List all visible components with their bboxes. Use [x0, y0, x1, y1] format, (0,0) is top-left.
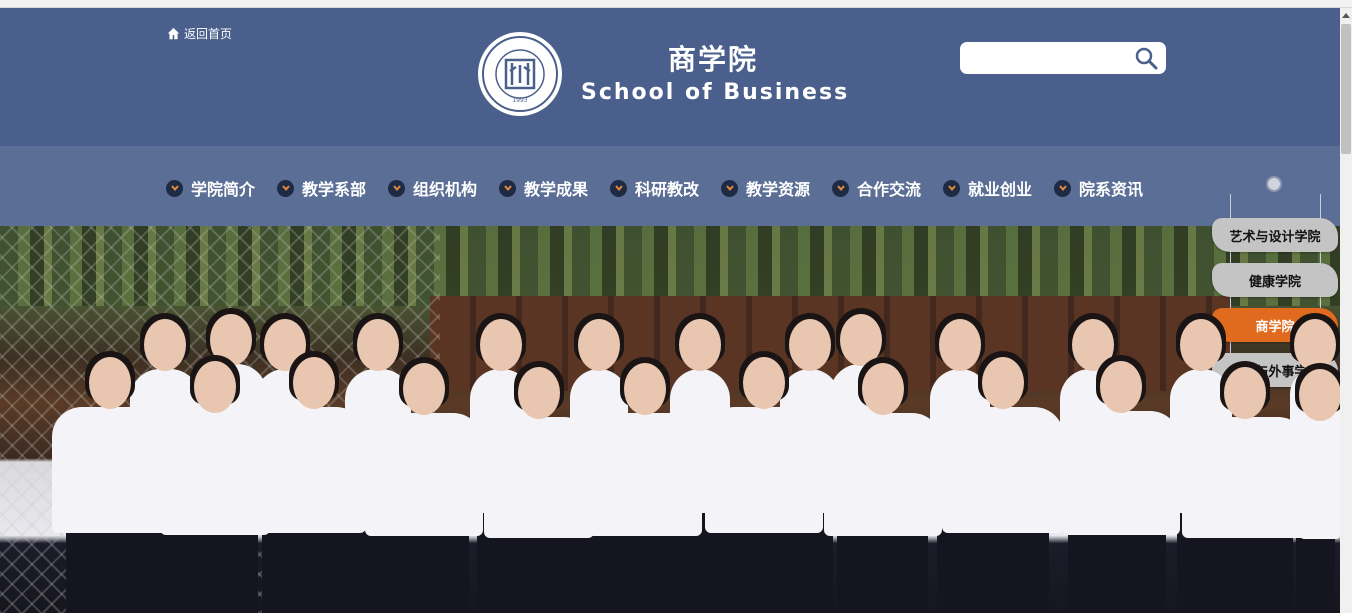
figure-part: [982, 357, 1024, 409]
chevron-down-icon: [499, 179, 516, 197]
nav-item-research[interactable]: 科研教改: [610, 176, 699, 200]
college-title-cn: 商学院: [668, 43, 759, 76]
site-header: 返回首页 1993 商学院 School of Business: [0, 8, 1340, 146]
figure-part: [862, 363, 904, 415]
figure-part: [705, 407, 823, 533]
nav-item-resources[interactable]: 教学资源: [721, 176, 810, 200]
nav-item-intro[interactable]: 学院简介: [166, 176, 255, 200]
figure-part: [497, 527, 581, 613]
figure-part: [1076, 525, 1166, 613]
chevron-down-icon: [610, 179, 627, 197]
nav-item-label: 教学资源: [746, 180, 811, 199]
nav-item-label: 组织机构: [413, 180, 478, 199]
main-nav: 学院简介 教学系部 组织机构 教学成果 科研教改 教学资源 合作交流 就业创业: [0, 146, 1340, 226]
browser-top-edge: [0, 0, 1352, 8]
nav-item-employment[interactable]: 就业创业: [943, 176, 1032, 200]
figure-part: [1100, 361, 1142, 413]
scroll-thumb[interactable]: [1341, 24, 1351, 154]
figure-part: [824, 413, 942, 536]
logo-year: 1993: [512, 97, 527, 104]
nav-item-label: 就业创业: [968, 180, 1033, 199]
figure-part: [719, 523, 809, 613]
figure-part: [52, 407, 168, 533]
person-figure: [705, 351, 823, 613]
chevron-down-icon: [1054, 179, 1071, 197]
nav-item-label: 教学系部: [302, 180, 367, 199]
figure-part: [838, 525, 928, 613]
figure-part: [518, 367, 560, 419]
banner-group-photo: [0, 226, 1340, 613]
chevron-down-icon: [277, 179, 294, 197]
figure-part: [1197, 527, 1293, 613]
figure-part: [379, 525, 469, 613]
figure-part: [403, 363, 445, 415]
figure-part: [484, 417, 594, 538]
college-title-en: School of Business: [581, 80, 850, 105]
figure-part: [1304, 528, 1336, 613]
person-figure: [824, 357, 942, 613]
search-box: [960, 42, 1166, 74]
person-figure: [484, 361, 594, 613]
person-figure: [262, 351, 366, 613]
person-figure: [1182, 361, 1308, 613]
figure-part: [1300, 419, 1340, 539]
nav-item-achievements[interactable]: 教学成果: [499, 176, 588, 200]
figure-part: [194, 361, 236, 413]
page: 返回首页 1993 商学院 School of Business 学院简介 教学…: [0, 8, 1340, 613]
figure-part: [65, 523, 155, 613]
home-link[interactable]: 返回首页: [167, 25, 232, 42]
figure-part: [942, 407, 1064, 533]
hang-ring-icon: [1266, 176, 1282, 192]
figure-part: [1062, 411, 1180, 535]
chevron-down-icon: [388, 179, 405, 197]
person-figure: [1062, 355, 1180, 613]
person-figure: [942, 351, 1064, 613]
figure-part: [956, 523, 1050, 613]
chevron-down-icon: [166, 179, 183, 197]
figure-part: [1182, 417, 1308, 538]
figure-part: [274, 523, 354, 613]
nav-item-label: 合作交流: [857, 180, 922, 199]
home-link-label: 返回首页: [184, 27, 233, 41]
figure-part: [1224, 367, 1266, 419]
nav-item-organization[interactable]: 组织机构: [388, 176, 477, 200]
search-input[interactable]: [968, 46, 1132, 72]
person-figure: [365, 357, 483, 613]
chevron-down-icon: [832, 179, 849, 197]
nav-item-news[interactable]: 院系资讯: [1054, 176, 1143, 200]
nav-item-label: 院系资讯: [1079, 180, 1144, 199]
figure-part: [624, 363, 666, 415]
person-figure: [52, 351, 168, 613]
figure-part: [365, 413, 483, 536]
nav-item-label: 学院简介: [191, 180, 256, 199]
figure-part: [601, 525, 689, 613]
figure-part: [293, 357, 335, 409]
chevron-down-icon: [943, 179, 960, 197]
figure-part: [588, 413, 702, 536]
figure-part: [262, 407, 366, 533]
figure-part: [173, 525, 257, 613]
college-link-health[interactable]: 健康学院: [1212, 263, 1338, 297]
nav-item-cooperation[interactable]: 合作交流: [832, 176, 921, 200]
figure-part: [743, 357, 785, 409]
home-icon: [167, 27, 180, 40]
figure-part: [1299, 369, 1340, 421]
nav-item-label: 教学成果: [524, 180, 589, 199]
person-figure: [1295, 363, 1340, 613]
search-icon[interactable]: [1134, 46, 1158, 70]
person-figure: [160, 355, 270, 613]
college-logo[interactable]: 1993: [477, 31, 563, 117]
person-figure: [588, 357, 702, 613]
page-scrollbar[interactable]: [1340, 8, 1352, 613]
college-link-art-design[interactable]: 艺术与设计学院: [1212, 218, 1338, 252]
chevron-down-icon: [721, 179, 738, 197]
nav-item-departments[interactable]: 教学系部: [277, 176, 366, 200]
figure-part: [89, 357, 131, 409]
nav-item-label: 科研教改: [635, 180, 700, 199]
scroll-up-icon[interactable]: [1340, 8, 1352, 22]
figure-part: [160, 411, 270, 535]
